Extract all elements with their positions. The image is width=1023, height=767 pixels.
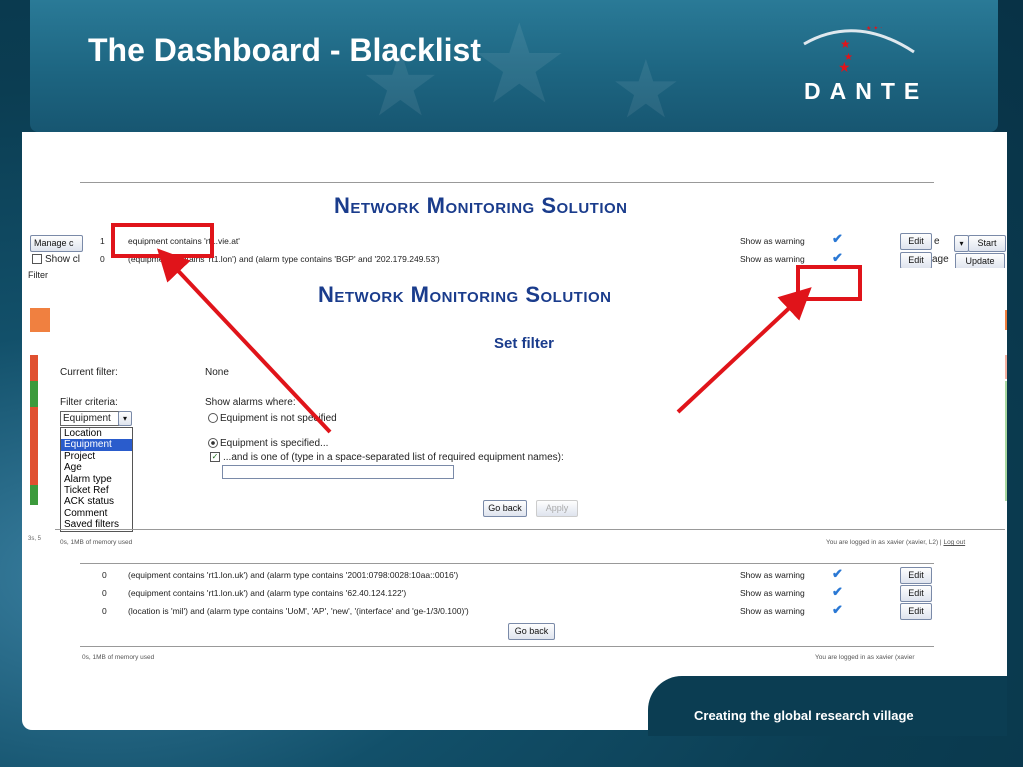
arrow-to-edit (676, 287, 812, 414)
footer-tab (648, 676, 1007, 736)
tagline: Creating the global research village (694, 708, 914, 723)
annotation-arrows (157, 248, 812, 434)
arrow-to-condition (157, 248, 332, 434)
